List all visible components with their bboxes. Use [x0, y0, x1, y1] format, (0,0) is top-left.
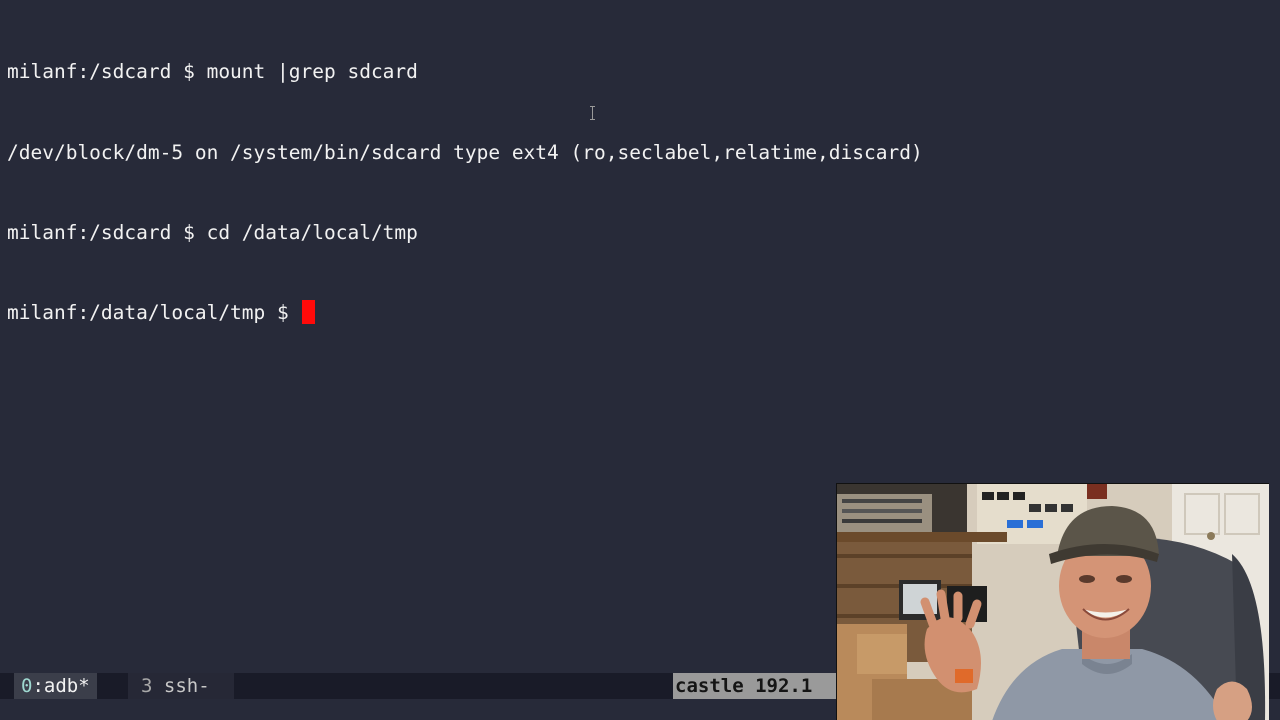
webcam-presenter-image	[837, 484, 1269, 720]
window-index: 0	[21, 675, 33, 697]
terminal-line: /dev/block/dm-5 on /system/bin/sdcard ty…	[7, 140, 923, 164]
host-label: castle 192.1	[673, 673, 838, 699]
ibeam-cursor-icon	[590, 106, 595, 120]
window-name: ssh-	[163, 675, 210, 697]
window-index: 3	[141, 675, 153, 697]
terminal-window[interactable]: milanf:/sdcard $ mount |grep sdcard /dev…	[0, 0, 1280, 720]
tmux-window-tab-ssh[interactable]: 3 ssh-	[128, 673, 234, 699]
terminal-cursor	[301, 299, 315, 324]
terminal-prompt-line[interactable]: milanf:/data/local/tmp $	[7, 299, 1273, 327]
terminal-line: milanf:/sdcard $ cd /data/local/tmp	[7, 220, 418, 244]
terminal-line: milanf:/sdcard $ mount |grep sdcard	[7, 60, 418, 84]
webcam-overlay	[836, 483, 1269, 720]
window-separator	[152, 675, 163, 697]
terminal-prompt: milanf:/data/local/tmp $	[7, 300, 301, 324]
tmux-window-tab-adb[interactable]: 0:adb*	[14, 673, 97, 699]
window-separator: :	[32, 675, 44, 697]
terminal-output[interactable]: milanf:/sdcard $ mount |grep sdcard /dev…	[7, 6, 1273, 380]
window-name: adb*	[43, 675, 90, 697]
